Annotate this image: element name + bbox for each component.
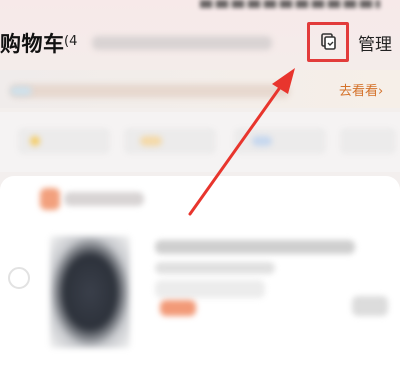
blurred-address: [92, 36, 272, 50]
product-image[interactable]: [50, 236, 130, 348]
quantity-stepper[interactable]: [352, 296, 388, 316]
go-see-link[interactable]: 去看看›: [339, 80, 383, 99]
chip-3-dot: [252, 136, 272, 146]
filter-chip-3[interactable]: [234, 128, 326, 154]
cart-count: (4: [64, 34, 78, 49]
cart-share-button[interactable]: [307, 22, 349, 62]
price-tag: [160, 300, 196, 316]
shop-name[interactable]: [64, 192, 144, 206]
banner-blurred-text: [10, 84, 290, 98]
product-title-line-2[interactable]: [155, 262, 275, 274]
item-checkbox[interactable]: [8, 267, 30, 289]
cart-page: 购物车 (4 管理 去看看›: [0, 0, 400, 391]
product-title-line-1[interactable]: [155, 240, 355, 254]
manage-button[interactable]: 管理: [358, 30, 392, 55]
status-bar: [200, 0, 380, 8]
filter-chip-4[interactable]: [340, 128, 396, 154]
product-spec[interactable]: [155, 280, 265, 298]
chip-1-dot: [30, 136, 40, 146]
chip-2-dot: [140, 136, 162, 146]
cart-share-icon: [321, 33, 336, 50]
shop-badge: [40, 188, 60, 210]
banner-blurred-tag: [10, 86, 32, 96]
page-title: 购物车: [0, 32, 65, 56]
filter-chip-2[interactable]: [124, 128, 216, 154]
